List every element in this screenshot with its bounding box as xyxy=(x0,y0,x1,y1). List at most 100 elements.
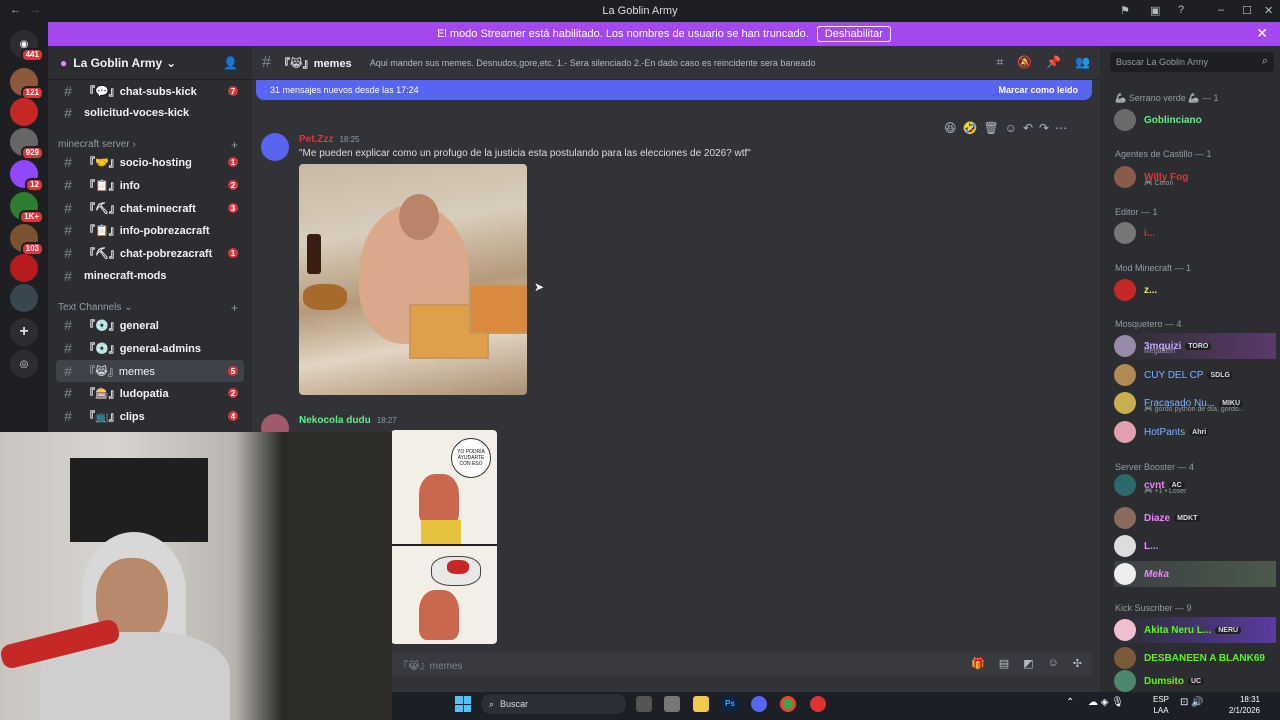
gif-icon[interactable]: ▤ xyxy=(999,657,1009,670)
help-icon[interactable]: ? xyxy=(1178,4,1184,16)
member-item[interactable]: Willy Fog 🎮 Citron xyxy=(1114,164,1276,190)
apps-icon[interactable]: ✣ xyxy=(1073,657,1082,670)
member-item[interactable]: z... xyxy=(1114,277,1276,303)
comic-image[interactable]: YO PODRÍA AYUDARTE CON ESO xyxy=(391,430,497,644)
channel-item[interactable]: # 『📺』clips 4 xyxy=(56,405,244,427)
add-reaction-icon[interactable]: ☺ xyxy=(1005,121,1017,141)
mark-read-button[interactable]: Marcar como leído xyxy=(998,85,1078,95)
more-options-icon[interactable]: ⋯ xyxy=(1055,121,1067,141)
channel-item[interactable]: # solicitud-voces-kick xyxy=(56,102,244,124)
member-item[interactable]: i... xyxy=(1114,220,1276,246)
app-icon[interactable] xyxy=(810,696,826,712)
minimize-icon[interactable]: – xyxy=(1218,4,1224,16)
server-icon[interactable] xyxy=(10,98,38,126)
avatar xyxy=(1114,166,1136,188)
member-item[interactable]: Goblinciano xyxy=(1114,107,1276,133)
server-icon[interactable]: 1K+ xyxy=(10,192,44,224)
close-banner-icon[interactable]: ✕ xyxy=(1256,25,1268,42)
photoshop-icon[interactable]: Ps xyxy=(722,696,738,712)
message-author[interactable]: Pet.Zzz 18:25 xyxy=(299,134,359,145)
category-header[interactable]: Text Channels ⌄ + xyxy=(58,301,238,315)
server-badge-icon: ● xyxy=(60,55,68,70)
channel-item[interactable]: # 『⛏』chat-pobrezacraft 1 xyxy=(56,242,244,264)
member-item[interactable]: Diaze MDKT xyxy=(1114,505,1276,531)
sticker-icon[interactable]: ◩ xyxy=(1023,657,1033,670)
task-view-icon[interactable] xyxy=(636,696,652,712)
channel-item[interactable]: # 『🤝』socio-hosting 1 xyxy=(56,151,244,173)
server-header[interactable]: ● La Goblin Army ⌄ 👤 xyxy=(48,46,252,80)
member-item[interactable]: Fracasado Nu... MIKU 🎮 gordo python de día… xyxy=(1114,390,1276,416)
channel-item-active[interactable]: # 『😹』memes 5 xyxy=(56,360,244,382)
channel-item[interactable]: # 『📋』info-pobrezacraft xyxy=(56,219,244,241)
chrome-icon[interactable] xyxy=(780,696,796,712)
add-channel-icon[interactable]: + xyxy=(231,301,238,315)
add-member-icon[interactable]: 👤 xyxy=(223,56,238,70)
member-item[interactable]: cvnt AC 🎮 +1 • Loser xyxy=(1114,472,1276,498)
threads-icon[interactable]: ⌗ xyxy=(996,55,1003,70)
taskbar-clock[interactable]: 18:31 2/1/2026 xyxy=(1200,694,1260,716)
channel-item[interactable]: # 『📋』info 2 xyxy=(56,174,244,196)
screen-icon[interactable]: ▣ xyxy=(1150,4,1160,17)
emoji-reaction-icon[interactable]: 🤣 xyxy=(963,121,978,141)
avatar[interactable] xyxy=(261,133,289,161)
member-item[interactable]: L... xyxy=(1114,533,1276,559)
emoji-icon[interactable]: ☺ xyxy=(1048,657,1059,670)
discord-home-icon[interactable]: ◉ 441 xyxy=(10,30,44,62)
members-icon[interactable]: 👥 xyxy=(1075,55,1090,70)
message-input[interactable]: 『😹』memes 🎁 ▤ ◩ ☺ ✣ xyxy=(392,652,1092,676)
member-item[interactable]: Akita Neru L... NERU xyxy=(1114,617,1276,643)
member-item[interactable]: 3mquizi TORO Megadeth xyxy=(1114,333,1276,359)
add-server-icon[interactable]: + xyxy=(10,318,38,346)
member-item[interactable]: CUY DEL CP SDLG xyxy=(1114,362,1276,388)
file-explorer-icon[interactable] xyxy=(693,696,709,712)
disable-streamer-button[interactable]: Deshabilitar xyxy=(816,26,891,42)
channel-item[interactable]: # 『⛏』chat-minecraft 3 xyxy=(56,197,244,219)
server-icon[interactable] xyxy=(10,284,38,312)
emoji-reaction-icon[interactable]: 😆 xyxy=(944,121,957,141)
tray-icons[interactable]: ☁ ◈ 🎙 xyxy=(1088,697,1124,708)
channel-item[interactable]: # 『💿』general xyxy=(56,314,244,336)
windows-start-icon[interactable] xyxy=(455,696,471,712)
discord-icon[interactable] xyxy=(751,696,767,712)
forward-icon[interactable]: ↷ xyxy=(1039,121,1049,141)
mute-bell-icon[interactable]: 🔕 xyxy=(1017,55,1032,70)
tray-chevron-icon[interactable]: ⌃ xyxy=(1066,697,1074,708)
server-icon[interactable] xyxy=(10,254,38,282)
emoji-reaction-icon[interactable]: 🗑 xyxy=(983,121,998,141)
message-image[interactable] xyxy=(299,164,527,395)
channel-title: 『😹』memes xyxy=(278,57,352,70)
taskbar-search[interactable]: ⌕ Buscar xyxy=(481,694,626,714)
language-indicator[interactable]: ESP LAA xyxy=(1150,694,1172,716)
server-icon[interactable]: 121 xyxy=(10,68,44,100)
channel-topic[interactable]: Aqui manden sus memes. Desnudos,gore,etc… xyxy=(370,58,990,68)
app-icon[interactable] xyxy=(664,696,680,712)
gift-icon[interactable]: 🎁 xyxy=(971,657,985,670)
maximize-icon[interactable]: ☐ xyxy=(1242,4,1252,17)
server-icon[interactable]: 929 xyxy=(10,128,44,160)
member-item[interactable]: Meka xyxy=(1114,561,1276,587)
twitch-server-icon[interactable]: 12 xyxy=(10,160,44,192)
avatar xyxy=(1114,507,1136,529)
search-input[interactable]: Buscar La Goblin Army ⌕ xyxy=(1110,52,1274,72)
server-icon[interactable]: 103 xyxy=(10,224,44,256)
channel-item[interactable]: # 『🎰』ludopatia 2 xyxy=(56,382,244,404)
message-author[interactable]: Nekocola dudu 18:27 xyxy=(299,415,397,426)
channel-item[interactable]: # 『💬』chat-subs-kick 7 xyxy=(56,80,244,102)
reply-icon[interactable]: ↶ xyxy=(1023,121,1033,141)
close-window-icon[interactable]: ✕ xyxy=(1264,4,1273,17)
new-messages-bar[interactable]: 31 mensajes nuevos desde las 17:24 Marca… xyxy=(256,80,1092,100)
hash-icon: # xyxy=(262,53,271,71)
channel-item[interactable]: # minecraft-mods xyxy=(56,265,244,287)
message-text: "Me pueden explicar como un profugo de l… xyxy=(299,148,751,159)
category-header[interactable]: minecraft server › + xyxy=(58,138,238,152)
pin-icon[interactable]: 📌 xyxy=(1046,55,1061,70)
title-bar: ← → La Goblin Army ⚑ ▣ ? – ☐ ✕ xyxy=(0,0,1280,22)
add-channel-icon[interactable]: + xyxy=(231,138,238,152)
member-item[interactable]: HotPants Ahri xyxy=(1114,419,1276,445)
inbox-icon[interactable]: ⚑ xyxy=(1120,4,1130,17)
channel-item[interactable]: # 『💿』general-admins xyxy=(56,337,244,359)
member-item[interactable]: Dumsito UC xyxy=(1114,668,1276,694)
banner-text: El modo Streamer está habilitado. Los no… xyxy=(437,28,809,40)
explore-icon[interactable]: ◎ xyxy=(10,350,38,378)
hash-icon: # xyxy=(64,83,72,99)
